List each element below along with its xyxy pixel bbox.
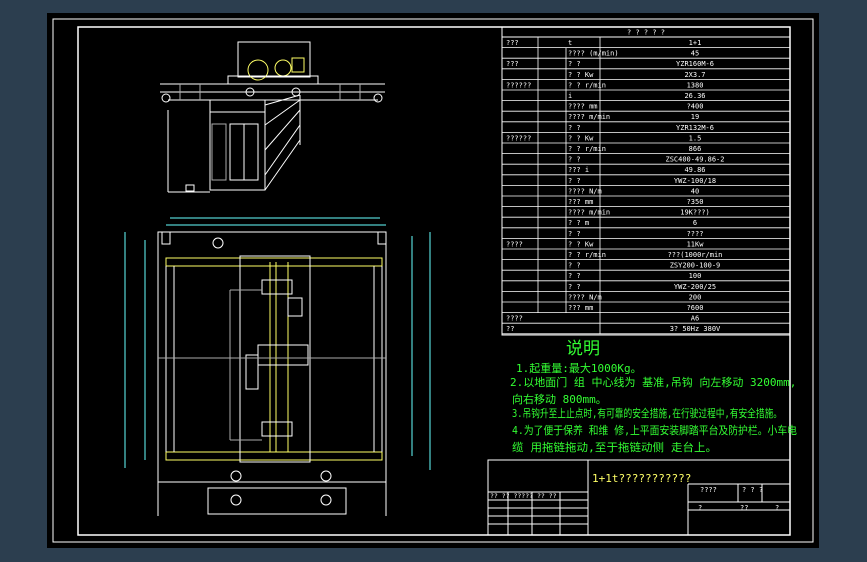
table-row-label: ??? i: [568, 166, 589, 174]
table-row-label: ? ?: [568, 272, 581, 280]
table-row-label: ? ? m: [568, 219, 589, 227]
table-row-value: 11Kw: [687, 240, 705, 248]
table-row-label: t: [568, 39, 572, 47]
note-1: 1.起重量:最大1000Kg。: [516, 361, 642, 375]
table-row-value: 19K???): [680, 209, 710, 217]
table-row-group-label: ????: [506, 315, 523, 323]
table-row-value: 200: [689, 293, 702, 301]
table-row-label: ? ? Kw: [568, 134, 594, 142]
title-block-r2c: ?: [775, 504, 779, 512]
table-row-label: i: [568, 92, 572, 100]
table-row-label: ? ?: [568, 60, 581, 68]
table-row-value: 2X3.7: [684, 71, 705, 79]
table-row-value: 866: [689, 145, 702, 153]
table-row-label: ???? N/m: [568, 187, 602, 195]
title-block-r2a: ?: [698, 504, 702, 512]
table-row-label: ? ?: [568, 177, 581, 185]
table-row-group-label: ???: [506, 60, 519, 68]
note-2b: 向右移动 800mm。: [512, 392, 607, 406]
table-row-value: 1+1: [689, 39, 702, 47]
table-row-value: ZSY200-100-9: [670, 262, 721, 270]
table-row-label: ??? mm: [568, 304, 593, 312]
table-row-value: 45: [691, 50, 699, 58]
table-row-value: ?400: [687, 103, 704, 111]
table-row-group-label: ??????: [506, 134, 531, 142]
note-4: 4.为了便于保养 和维 修,上平面安装脚踏平台及防护栏。小车电: [512, 423, 797, 437]
table-row-value: ZSC400-49.86-2: [665, 156, 724, 164]
table-row-value: YZR160M-6: [676, 60, 714, 68]
table-row-value: 1.5: [689, 134, 702, 142]
table-row-group-label: ??????: [506, 81, 531, 89]
table-row-value: ????: [687, 230, 704, 238]
note-2: 2.以地面门 组 中心线为 基准,吊钩 向左移动 3200mm,: [510, 375, 796, 389]
table-row-label: ? ?: [568, 283, 581, 291]
table-row-label: ???? m/min: [568, 209, 610, 217]
table-row-label: ???? N/m: [568, 293, 602, 301]
note-3: 3.吊钩升至上止点时,有可靠的安全措施,在行驶过程中,有安全措施。: [512, 406, 782, 420]
notes-heading: 说明: [566, 339, 600, 359]
table-row-value: 49.86: [684, 166, 705, 174]
table-row-value: YZR132M-6: [676, 124, 714, 132]
table-row-value: ?350: [687, 198, 704, 206]
table-row-value: 40: [691, 187, 699, 195]
table-row-value: ?600: [687, 304, 704, 312]
table-row-label: ? ?: [568, 262, 581, 270]
table-row-value: 6: [693, 219, 697, 227]
table-row-label: ???? mm: [568, 103, 598, 111]
title-block-left-header: ?? ?? ????? ?? ??: [490, 492, 557, 500]
table-row-label: ? ? Kw: [568, 240, 594, 248]
table-row-label: ? ? Kw: [568, 71, 594, 79]
table-row-label: ? ?: [568, 230, 581, 238]
drawing-title: 1+1t???????????: [592, 472, 691, 485]
table-row-value: 3? 50Hz 380V: [670, 325, 721, 333]
note-4b: 缆 用拖链拖动,至于拖链动侧 走台上。: [512, 440, 717, 454]
title-block-r1b: ? ? ?: [742, 486, 763, 494]
table-row-value: ???(1000r/min: [668, 251, 723, 259]
cad-drawing-sheet: ? ? ? ? ???? t 1+1???? (m/min) 45???? ? YZR1…: [47, 13, 819, 548]
table-row-group-label: ??: [506, 325, 514, 333]
table-row-value: YWZ-200/25: [674, 283, 716, 291]
title-block-r2b: ??: [740, 504, 748, 512]
table-row-value: YWZ-100/18: [674, 177, 716, 185]
table-row-group-label: ???: [506, 39, 519, 47]
title-block-r1: ????: [700, 486, 717, 494]
table-row-label: ???? m/min: [568, 113, 610, 121]
table-row-value: A6: [691, 315, 699, 323]
table-row-label: ??? mm: [568, 198, 593, 206]
table-row-value: 19: [691, 113, 699, 121]
table-row-value: 100: [689, 272, 702, 280]
table-row-label: ???? (m/min): [568, 50, 619, 58]
table-row-group-label: ????: [506, 240, 523, 248]
table-row-value: 26.36: [684, 92, 705, 100]
table-header: ? ? ? ? ?: [627, 29, 665, 37]
table-row-label: ? ?: [568, 156, 581, 164]
table-row-value: 1380: [687, 81, 704, 89]
table-row-label: ? ?: [568, 124, 581, 132]
